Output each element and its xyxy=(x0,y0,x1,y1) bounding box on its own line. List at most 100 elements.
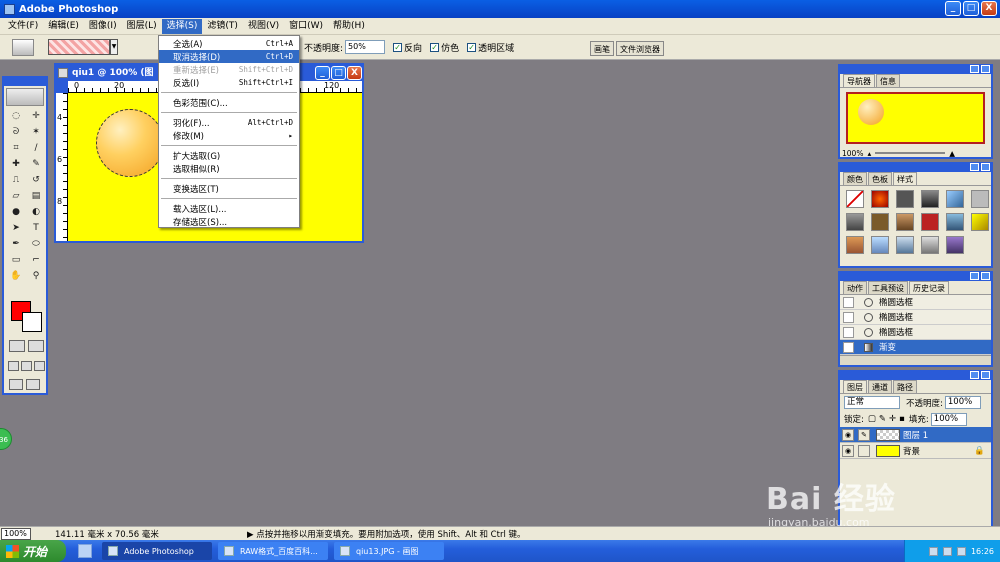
standard-mode-icon[interactable] xyxy=(9,340,25,352)
layer-name[interactable]: 背景 xyxy=(903,445,920,457)
tray-volume-icon[interactable] xyxy=(942,546,952,556)
toolbox-logo[interactable] xyxy=(6,88,44,106)
status-dimensions[interactable]: 141.11 毫米 x 70.56 毫米 xyxy=(55,528,205,540)
style-swatch[interactable] xyxy=(846,236,864,254)
palette-minimize-icon[interactable] xyxy=(970,163,979,171)
eye-icon[interactable]: ◉ xyxy=(842,428,854,441)
tab-channels[interactable]: 通道 xyxy=(868,380,892,393)
navigator-preview[interactable] xyxy=(846,92,985,144)
opacity-input[interactable]: 50% xyxy=(345,40,386,54)
style-swatch[interactable] xyxy=(846,190,864,208)
select-menu-item[interactable]: 色彩范围(C)... xyxy=(159,96,299,109)
gradient-tool-icon[interactable]: ▤ xyxy=(27,189,45,204)
eye-icon[interactable]: ◉ xyxy=(842,444,854,457)
style-swatch[interactable] xyxy=(971,190,989,208)
reverse-checkbox[interactable]: ✓ xyxy=(393,42,403,52)
select-menu-item[interactable]: 反选(I) Shift+Ctrl+I xyxy=(159,76,299,89)
tray-network-icon[interactable] xyxy=(928,546,938,556)
move-tool-icon[interactable]: ✛ xyxy=(27,109,45,124)
palette-titlebar[interactable] xyxy=(840,371,991,380)
tab-info[interactable]: 信息 xyxy=(876,74,900,87)
doc-minimize-button[interactable]: _ xyxy=(315,66,330,80)
style-swatch[interactable] xyxy=(946,190,964,208)
gradient-dropdown-arrow[interactable]: ▼ xyxy=(110,39,118,55)
slice-tool-icon[interactable]: ∕ xyxy=(27,141,45,156)
style-swatch[interactable] xyxy=(871,190,889,208)
marquee-tool-icon[interactable]: ◌ xyxy=(7,109,25,124)
palette-close-icon[interactable] xyxy=(981,371,990,379)
screen-mode-full-menu-icon[interactable] xyxy=(21,361,32,371)
pen-tool-icon[interactable]: ✒ xyxy=(7,237,25,252)
crop-tool-icon[interactable]: ⌗ xyxy=(7,141,25,156)
zoom-slider[interactable] xyxy=(875,152,946,154)
palette-minimize-icon[interactable] xyxy=(970,272,979,280)
tab-paths[interactable]: 路径 xyxy=(893,380,917,393)
style-swatch[interactable] xyxy=(896,236,914,254)
start-button[interactable]: 开始 xyxy=(0,540,66,562)
ruler-vertical[interactable]: 4 6 8 xyxy=(56,93,68,241)
screen-mode-standard-icon[interactable] xyxy=(8,361,19,371)
select-menu-item[interactable]: 取消选择(D) Ctrl+D xyxy=(159,50,299,63)
doc-close-button[interactable]: X xyxy=(347,66,362,80)
lock-brush-icon[interactable]: ✎ xyxy=(879,414,886,424)
dodge-tool-icon[interactable]: ◐ xyxy=(27,205,45,220)
history-row[interactable]: 椭圆选框 xyxy=(840,295,991,310)
shape-tool-icon[interactable]: ⬭ xyxy=(27,237,45,252)
select-menu-item[interactable]: 存储选区(S)... xyxy=(159,215,299,228)
style-swatch[interactable] xyxy=(871,213,889,231)
clone-stamp-tool-icon[interactable]: ⎍ xyxy=(7,173,25,188)
palette-close-icon[interactable] xyxy=(981,272,990,280)
style-swatch[interactable] xyxy=(871,236,889,254)
style-swatch[interactable] xyxy=(946,213,964,231)
palette-close-icon[interactable] xyxy=(981,65,990,73)
doc-maximize-button[interactable]: □ xyxy=(331,66,346,80)
brush-tool-icon[interactable]: ✎ xyxy=(27,157,45,172)
tab-styles[interactable]: 样式 xyxy=(893,172,917,185)
history-row[interactable]: 椭圆选框 xyxy=(840,310,991,325)
layer-link-box[interactable] xyxy=(858,444,870,457)
tab-brushes[interactable]: 画笔 xyxy=(590,41,614,56)
menu-filter[interactable]: 滤镜(T) xyxy=(202,19,243,34)
gradient-picker[interactable] xyxy=(48,39,110,55)
style-swatch[interactable] xyxy=(846,213,864,231)
style-swatch[interactable] xyxy=(946,236,964,254)
palette-titlebar[interactable] xyxy=(840,163,991,172)
palette-minimize-icon[interactable] xyxy=(970,65,979,73)
tab-actions[interactable]: 动作 xyxy=(843,281,867,294)
fill-input[interactable]: 100% xyxy=(930,412,967,426)
tool-preset-picker[interactable] xyxy=(12,38,34,56)
select-menu-item[interactable]: 修改(M) ▸ xyxy=(159,129,299,142)
style-swatch[interactable] xyxy=(921,213,939,231)
menu-edit[interactable]: 编辑(E) xyxy=(43,19,84,34)
hand-tool-icon[interactable]: ✋ xyxy=(7,269,25,284)
dither-checkbox[interactable]: ✓ xyxy=(430,42,440,52)
jump-to-imageready-icon[interactable] xyxy=(9,379,23,390)
tab-navigator[interactable]: 导航器 xyxy=(843,74,875,87)
side-badge[interactable]: 36 xyxy=(0,428,12,450)
history-snapshot-checkbox[interactable] xyxy=(843,311,854,323)
navigator-zoom-value[interactable]: 100% xyxy=(842,149,863,158)
blur-tool-icon[interactable]: ● xyxy=(7,205,25,220)
palette-close-icon[interactable] xyxy=(981,163,990,171)
select-menu-item[interactable]: 羽化(F)... Alt+Ctrl+D xyxy=(159,116,299,129)
zoom-out-icon[interactable]: ▴ xyxy=(867,149,871,158)
status-zoom-input[interactable]: 100% xyxy=(1,527,31,540)
history-row-current[interactable]: 渐变 xyxy=(840,340,991,355)
tray-ime-icon[interactable] xyxy=(956,546,966,556)
healing-brush-tool-icon[interactable]: ✚ xyxy=(7,157,25,172)
history-snapshot-checkbox[interactable] xyxy=(843,296,854,308)
menu-window[interactable]: 窗口(W) xyxy=(284,19,328,34)
layer-row[interactable]: ◉ ✎ 图层 1 xyxy=(840,427,991,443)
select-menu-item[interactable]: 扩大选取(G) xyxy=(159,149,299,162)
jump-to-app-icon[interactable] xyxy=(26,379,40,390)
zoom-tool-icon[interactable]: ⚲ xyxy=(27,269,45,284)
clock[interactable]: 16:26 xyxy=(971,547,994,556)
select-menu-item[interactable]: 选取相似(R) xyxy=(159,162,299,175)
blend-mode-select[interactable]: 正常 xyxy=(844,396,900,409)
select-menu-item[interactable]: 变换选区(T) xyxy=(159,182,299,195)
history-snapshot-checkbox[interactable] xyxy=(843,326,854,338)
menu-layer[interactable]: 图层(L) xyxy=(122,19,162,34)
background-color-swatch[interactable] xyxy=(22,312,42,332)
notes-tool-icon[interactable]: ▭ xyxy=(7,253,25,268)
tab-file-browser[interactable]: 文件浏览器 xyxy=(616,41,664,56)
